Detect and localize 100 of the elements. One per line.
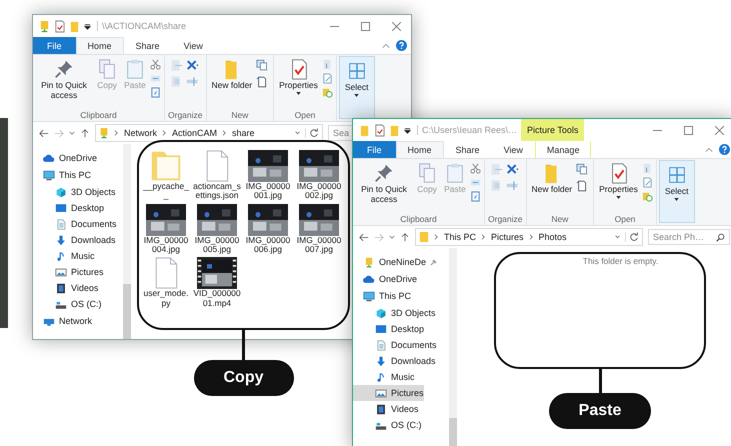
nav-item[interactable]: OS (C:) [33,296,102,312]
breadcrumb[interactable]: Photos [538,232,567,242]
nav-item[interactable]: Pictures [353,385,424,401]
file-item[interactable]: IMG_00000007.jpg [294,204,344,254]
nav-item[interactable]: Videos [33,280,98,296]
breadcrumb[interactable]: This PC [444,232,476,242]
file-item[interactable]: user_mode.py [141,257,191,308]
breadcrumb[interactable]: ActionCAM [172,128,218,138]
ribbon-button[interactable]: New folder [210,57,254,92]
breadcrumb[interactable]: Network [124,128,158,138]
breadcrumb[interactable]: share [232,128,255,138]
file-item[interactable]: IMG_00000004.jpg [141,204,191,254]
ribbon-tab[interactable]: View [492,141,535,158]
group-label: Clipboard [400,214,437,224]
ribbon-tab[interactable]: Home [76,37,124,54]
chevron-down-icon[interactable] [615,234,620,240]
paste-shortcut-icon[interactable] [150,87,161,98]
nav-item[interactable]: Downloads [33,232,116,248]
rename-icon[interactable] [506,179,520,192]
breadcrumb[interactable]: Pictures [491,232,524,242]
nav-item[interactable]: Documents [353,337,437,353]
back-arrow-icon[interactable] [359,232,369,242]
nav-item[interactable]: Videos [353,401,418,417]
edit-icon[interactable] [642,177,653,188]
scissors-icon[interactable] [150,59,161,70]
ribbon-tab[interactable]: Home [396,141,444,158]
dropdown-icon[interactable] [84,22,91,30]
dropdown-icon[interactable] [404,126,411,134]
delete-icon[interactable] [186,59,200,72]
chevron-down-icon[interactable] [295,130,300,136]
nav-item[interactable]: OneDrive [353,271,449,287]
nav-item[interactable]: OneDrive [33,150,123,166]
ribbon-tab[interactable]: File [33,37,76,54]
file-item[interactable]: __pycache__ [141,150,191,201]
scrollbar[interactable] [123,144,131,339]
nav-item[interactable]: Documents [33,216,117,232]
forward-arrow-icon[interactable] [374,232,384,242]
rename-icon[interactable] [186,75,200,88]
up-arrow-icon[interactable] [80,128,90,138]
maximize-icon[interactable] [361,22,370,30]
collapse-icon[interactable] [382,42,390,48]
file-item[interactable]: IMG_00000002.jpg [294,150,344,201]
help-icon[interactable] [719,144,730,155]
network-folder-icon[interactable] [39,20,50,32]
back-arrow-icon[interactable] [39,128,49,138]
nav-item[interactable]: Music [353,369,415,385]
nav-item[interactable]: This PC [33,167,123,183]
scrollbar[interactable] [449,248,457,446]
paste-shortcut-icon[interactable] [470,191,481,202]
check-document-icon[interactable] [54,20,65,32]
delete-icon[interactable] [506,163,520,176]
address-bar[interactable]: This PC Pictures Photos [415,228,643,246]
ribbon-button[interactable]: New folder [530,161,574,196]
chevron-down-icon[interactable] [389,234,395,240]
nav-item[interactable]: 3D Objects [33,184,116,200]
chevron-down-icon[interactable] [69,130,75,136]
close-icon[interactable] [392,22,401,30]
nav-item[interactable]: Downloads [353,353,436,369]
ribbon-tab[interactable]: View [172,37,215,54]
open-icon[interactable] [642,163,653,174]
search-field[interactable]: Search Ph… [648,229,730,245]
nav-item[interactable]: Pictures [33,264,104,280]
up-arrow-icon[interactable] [400,232,410,242]
ribbon-tab[interactable]: Share [444,141,492,158]
refresh-icon[interactable] [305,128,319,138]
file-item[interactable]: IMG_00000005.jpg [192,204,242,254]
file-item[interactable]: actioncam_settings.json [192,150,242,201]
ribbon-button[interactable]: Properties [597,161,640,196]
forward-arrow-icon[interactable] [54,128,64,138]
collapse-icon[interactable] [705,146,713,152]
file-item[interactable]: VID_00000001.mp4 [192,257,242,308]
history-icon[interactable] [642,191,653,202]
history-icon[interactable] [322,87,333,98]
nav-item[interactable]: OneNineDe [353,254,449,270]
ribbon-tab[interactable]: Share [124,37,172,54]
edit-icon[interactable] [322,73,333,84]
copy-path-icon[interactable] [470,177,481,188]
nav-item[interactable]: Music [33,248,95,264]
file-item[interactable]: IMG_00000006.jpg [243,204,293,254]
nav-item[interactable]: OS (C:) [353,417,422,433]
copy-path-icon[interactable] [150,73,161,84]
maximize-icon[interactable] [684,126,693,134]
nav-item[interactable]: This PC [353,288,449,304]
open-icon[interactable] [322,59,333,70]
refresh-icon[interactable] [625,232,639,242]
nav-item[interactable]: Desktop [33,200,104,216]
address-bar[interactable]: Network ActionCAM share [95,124,323,142]
ribbon-button[interactable]: Pin to Quick access [356,161,412,206]
check-document-icon[interactable] [374,124,385,136]
scissors-icon[interactable] [470,163,481,174]
ribbon-button[interactable]: Pin to Quick access [36,57,92,102]
nav-item[interactable]: Network [33,313,123,329]
ribbon-tab[interactable]: Manage [534,141,592,158]
file-item[interactable]: IMG_00000001.jpg [243,150,293,201]
help-icon[interactable] [396,40,407,51]
ribbon-button[interactable]: Properties [277,57,320,92]
close-icon[interactable] [715,126,724,134]
nav-item[interactable]: 3D Objects [353,305,436,321]
nav-item[interactable]: Desktop [353,321,424,337]
ribbon-tab[interactable]: File [353,141,396,158]
